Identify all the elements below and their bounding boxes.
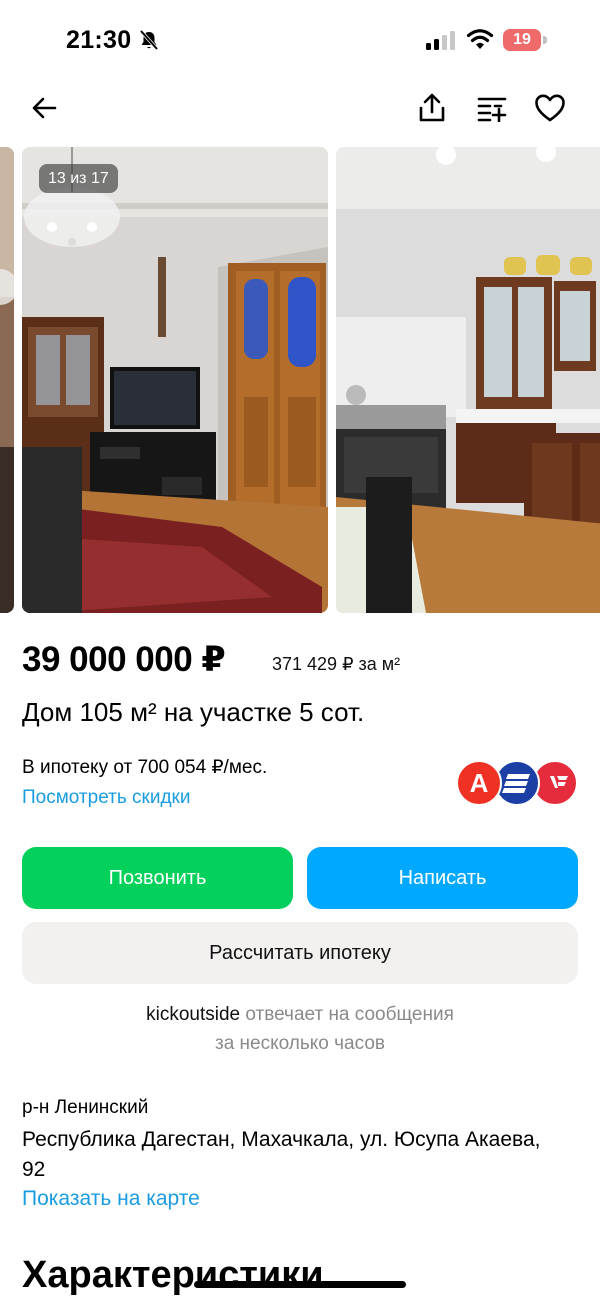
seller-response-text: отвечает на сообщения bbox=[240, 1004, 454, 1025]
back-button[interactable] bbox=[24, 88, 64, 128]
share-icon bbox=[419, 93, 445, 122]
current-photo[interactable] bbox=[22, 147, 328, 613]
alfa-bank-logo: А bbox=[456, 760, 502, 806]
listing-title: Дом 105 м² на участке 5 сот. bbox=[22, 697, 365, 727]
bell-slash-icon bbox=[138, 29, 160, 51]
price: 39 000 000 ₽ bbox=[22, 640, 226, 679]
seller-name[interactable]: kickoutside bbox=[146, 1004, 240, 1025]
seller-response-note: kickoutside отвечает на сообщения за нес… bbox=[0, 1000, 600, 1058]
photo-gallery[interactable] bbox=[0, 147, 600, 613]
show-on-map-link[interactable]: Показать на карте bbox=[22, 1187, 200, 1211]
status-bar: 21:30 19 bbox=[0, 0, 600, 80]
cellular-signal-icon bbox=[426, 30, 458, 50]
calculate-mortgage-button[interactable]: Рассчитать ипотеку bbox=[22, 922, 578, 984]
nav-bar bbox=[0, 80, 600, 136]
alfa-bank-letter: А bbox=[469, 767, 489, 798]
previous-photo[interactable] bbox=[0, 147, 14, 613]
seller-response-line-1: kickoutside отвечает на сообщения bbox=[0, 1000, 600, 1029]
call-button[interactable]: Позвонить bbox=[22, 847, 293, 909]
compare-button[interactable] bbox=[472, 88, 512, 128]
photo-counter: 13 из 17 bbox=[39, 164, 118, 193]
battery-cap bbox=[543, 36, 547, 44]
characteristics-heading: Характеристики bbox=[22, 1254, 324, 1296]
address: Республика Дагестан, Махачкала, ул. Юсуп… bbox=[22, 1128, 541, 1181]
battery-icon: 19 bbox=[503, 29, 547, 51]
battery-level: 19 bbox=[503, 29, 541, 51]
home-indicator[interactable] bbox=[194, 1281, 406, 1288]
partner-banks[interactable]: А bbox=[456, 760, 578, 806]
seller-response-line-2: за несколько часов bbox=[215, 1033, 385, 1054]
favorite-button[interactable] bbox=[530, 88, 570, 128]
share-button[interactable] bbox=[412, 88, 452, 128]
arrow-left-icon bbox=[32, 97, 57, 119]
status-time: 21:30 bbox=[66, 26, 132, 54]
price-per-m2: 371 429 ₽ за м² bbox=[272, 654, 401, 674]
write-message-button[interactable]: Написать bbox=[307, 847, 578, 909]
wifi-icon bbox=[466, 27, 494, 51]
mortgage-offer: В ипотеку от 700 054 ₽/мес. bbox=[22, 757, 268, 778]
listing-page: 21:30 19 13 из 17 39 000 000 ₽ 371 429 ₽… bbox=[0, 0, 600, 1300]
compare-list-icon bbox=[477, 97, 507, 122]
heart-icon bbox=[535, 94, 565, 122]
next-photo[interactable] bbox=[336, 147, 600, 613]
view-discounts-link[interactable]: Посмотреть скидки bbox=[22, 787, 190, 809]
district: р-н Ленинский bbox=[22, 1097, 149, 1118]
